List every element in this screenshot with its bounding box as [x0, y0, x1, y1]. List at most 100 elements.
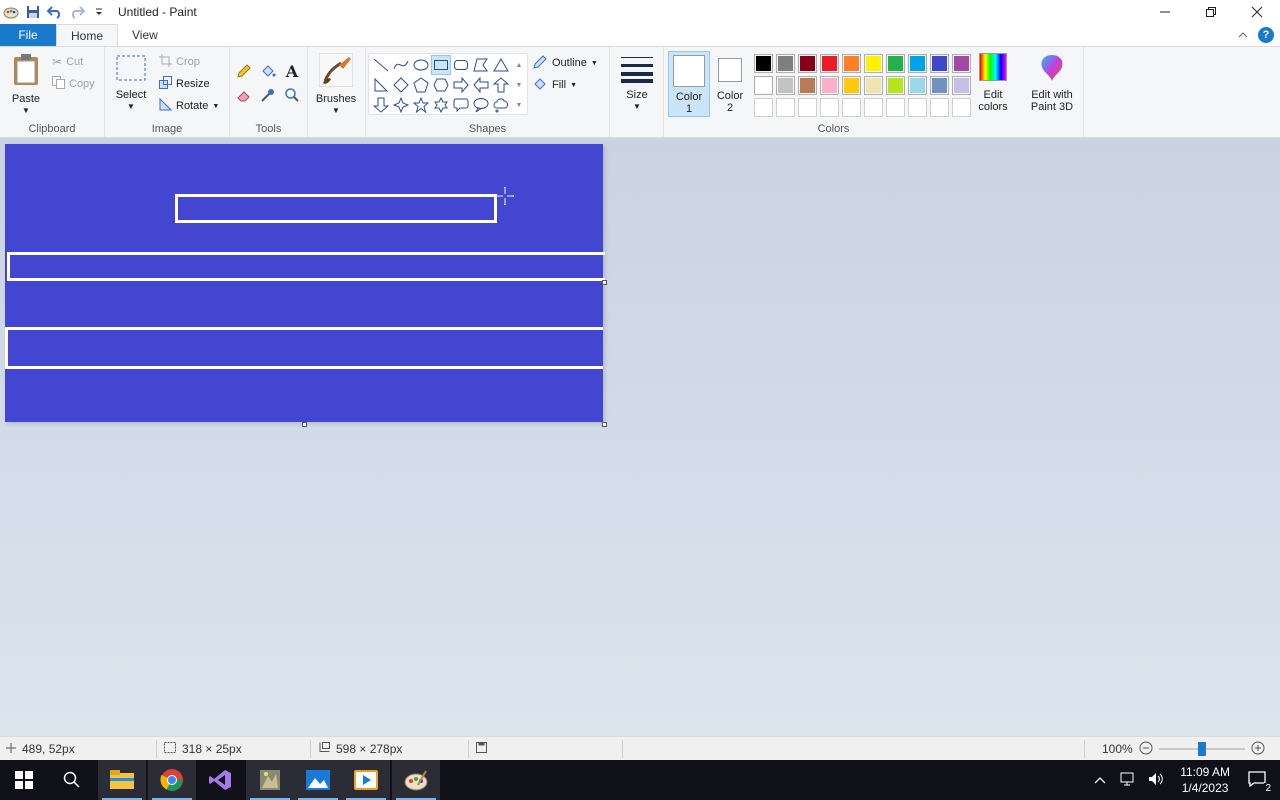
hexagon-shape-icon[interactable]	[431, 75, 451, 95]
custom-color-slot[interactable]	[798, 98, 817, 117]
color-swatch[interactable]	[908, 76, 927, 95]
tab-view[interactable]: View	[118, 24, 172, 46]
pentagon-shape-icon[interactable]	[411, 75, 431, 95]
curve-shape-icon[interactable]	[391, 55, 411, 75]
custom-color-slot[interactable]	[930, 98, 949, 117]
color-swatch[interactable]	[842, 54, 861, 73]
rounded-rectangle-shape-icon[interactable]	[451, 55, 471, 75]
color-swatch[interactable]	[864, 76, 883, 95]
fill-button[interactable]: Fill ▼	[532, 75, 577, 95]
copy-button[interactable]: Copy	[52, 74, 95, 94]
visual-studio-icon[interactable]	[196, 760, 244, 800]
right-arrow-shape-icon[interactable]	[451, 75, 471, 95]
five-point-star-shape-icon[interactable]	[411, 95, 431, 115]
select-button[interactable]: Select ▼	[113, 55, 149, 113]
undo-icon[interactable]	[44, 1, 66, 23]
drawing-canvas[interactable]	[5, 144, 605, 422]
line-shape-icon[interactable]	[371, 55, 391, 75]
canvas-resize-handle-right[interactable]	[602, 280, 607, 285]
close-icon[interactable]	[1234, 0, 1280, 24]
outline-button[interactable]: Outline ▼	[532, 53, 598, 73]
network-icon[interactable]	[1120, 772, 1136, 789]
color-swatch[interactable]	[930, 54, 949, 73]
redo-icon[interactable]	[66, 1, 88, 23]
custom-color-slot[interactable]	[754, 98, 773, 117]
color1-button[interactable]: Color 1	[668, 51, 710, 117]
minimize-icon[interactable]	[1142, 0, 1188, 24]
fill-bucket-icon[interactable]	[258, 61, 278, 81]
zoom-in-icon[interactable]	[1251, 741, 1265, 758]
color-swatch[interactable]	[952, 76, 971, 95]
left-arrow-shape-icon[interactable]	[471, 75, 491, 95]
four-point-star-shape-icon[interactable]	[391, 95, 411, 115]
brushes-button[interactable]: Brushes ▼	[316, 53, 356, 117]
pencil-icon[interactable]	[234, 61, 254, 81]
rectangle-shape-icon[interactable]	[431, 55, 451, 75]
zoom-slider[interactable]	[1158, 742, 1245, 756]
right-triangle-shape-icon[interactable]	[371, 75, 391, 95]
diamond-shape-icon[interactable]	[391, 75, 411, 95]
rotate-button[interactable]: Rotate ▼	[159, 96, 219, 116]
paint-taskbar-icon[interactable]	[392, 760, 440, 800]
color-swatch[interactable]	[820, 76, 839, 95]
app-icon[interactable]	[246, 760, 294, 800]
custom-color-slot[interactable]	[776, 98, 795, 117]
magnifier-icon[interactable]	[282, 85, 302, 105]
shapes-scroll-down-icon[interactable]: ▼	[513, 76, 525, 96]
edit-colors-button[interactable]: Edit colors	[976, 53, 1010, 113]
search-icon[interactable]	[48, 760, 96, 800]
custom-color-slot[interactable]	[952, 98, 971, 117]
oval-callout-shape-icon[interactable]	[471, 95, 491, 115]
color-swatch[interactable]	[886, 76, 905, 95]
cloud-callout-shape-icon[interactable]	[491, 95, 511, 115]
crop-button[interactable]: Crop	[159, 52, 200, 72]
color-swatch[interactable]	[886, 54, 905, 73]
clock[interactable]: 11:09 AM 1/4/2023	[1180, 764, 1230, 796]
tab-file[interactable]: File	[0, 24, 56, 46]
color-swatch[interactable]	[798, 76, 817, 95]
color2-button[interactable]: Color 2	[712, 51, 748, 117]
media-player-icon[interactable]	[342, 760, 390, 800]
start-button[interactable]	[0, 760, 48, 800]
color-swatch[interactable]	[776, 54, 795, 73]
drawn-rectangle[interactable]	[5, 327, 603, 369]
color-swatch[interactable]	[776, 76, 795, 95]
color-picker-icon[interactable]	[258, 85, 278, 105]
tray-chevron-up-icon[interactable]	[1094, 773, 1106, 787]
color-swatch[interactable]	[952, 54, 971, 73]
notifications-icon[interactable]: 2	[1248, 770, 1272, 794]
drawn-rectangle[interactable]	[7, 252, 605, 281]
color-swatch[interactable]	[930, 76, 949, 95]
help-icon[interactable]: ?	[1258, 27, 1274, 43]
oval-shape-icon[interactable]	[411, 55, 431, 75]
color-swatch[interactable]	[864, 54, 883, 73]
canvas-resize-handle-bottom[interactable]	[302, 422, 307, 427]
polygon-shape-icon[interactable]	[471, 55, 491, 75]
custom-color-slot[interactable]	[908, 98, 927, 117]
custom-color-slot[interactable]	[820, 98, 839, 117]
custom-color-slot[interactable]	[864, 98, 883, 117]
custom-color-slot[interactable]	[842, 98, 861, 117]
six-point-star-shape-icon[interactable]	[431, 95, 451, 115]
color-swatch[interactable]	[754, 76, 773, 95]
color-swatch[interactable]	[754, 54, 773, 73]
canvas-resize-handle-corner[interactable]	[602, 422, 607, 427]
volume-icon[interactable]	[1148, 772, 1164, 789]
cut-button[interactable]: ✂ Cut	[52, 52, 83, 72]
chrome-icon[interactable]	[148, 760, 196, 800]
customize-toolbar-chevron-icon[interactable]	[88, 1, 110, 23]
up-arrow-shape-icon[interactable]	[491, 75, 511, 95]
eraser-icon[interactable]	[234, 85, 254, 105]
drawn-rectangle-selected[interactable]	[175, 194, 497, 223]
color-swatch[interactable]	[908, 54, 927, 73]
triangle-shape-icon[interactable]	[491, 55, 511, 75]
save-icon[interactable]	[22, 1, 44, 23]
shapes-expand-icon[interactable]: ▼	[513, 96, 525, 116]
size-button[interactable]: Size ▼	[618, 55, 656, 113]
text-tool-icon[interactable]: A	[282, 61, 302, 81]
collapse-ribbon-icon[interactable]	[1238, 28, 1248, 42]
down-arrow-shape-icon[interactable]	[371, 95, 391, 115]
restore-icon[interactable]	[1188, 0, 1234, 24]
shapes-scroll-up-icon[interactable]: ▲	[513, 56, 525, 76]
paste-button[interactable]: Paste ▼	[8, 53, 44, 117]
